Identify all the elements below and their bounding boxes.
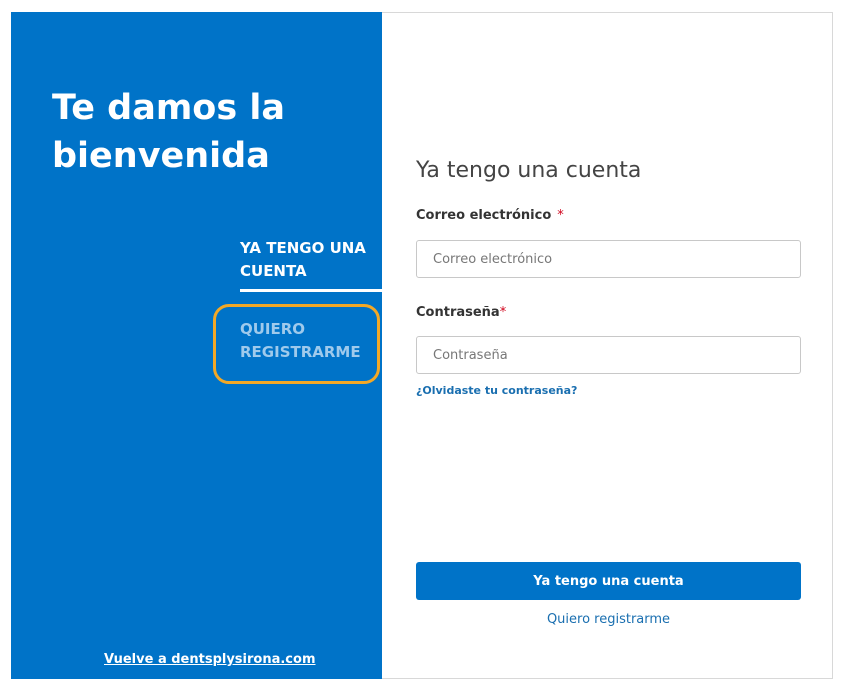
email-required-mark: * — [557, 208, 564, 223]
password-input[interactable] — [416, 336, 801, 374]
welcome-panel: Te damos la bienvenida YA TENGO UNA CUEN… — [11, 12, 382, 679]
password-label-text: Contraseña — [416, 305, 500, 320]
welcome-heading: Te damos la bienvenida — [52, 88, 285, 176]
email-input[interactable] — [416, 240, 801, 278]
password-required-mark: * — [499, 305, 507, 320]
email-label: Correo electrónico * — [416, 208, 564, 223]
form-title: Ya tengo una cuenta — [416, 158, 642, 183]
login-button[interactable]: Ya tengo una cuenta — [416, 562, 801, 600]
forgot-password-link[interactable]: ¿Olvidaste tu contraseña? — [416, 384, 577, 397]
email-label-text: Correo electrónico — [416, 208, 552, 223]
back-to-site-link[interactable]: Vuelve a dentsplysirona.com — [104, 652, 316, 667]
tab-existing-account[interactable]: YA TENGO UNA CUENTA — [240, 237, 382, 292]
password-label: Contraseña* — [416, 305, 506, 320]
tab-register[interactable]: QUIERO REGISTRARME — [240, 318, 382, 364]
register-link[interactable]: Quiero registrarme — [416, 612, 801, 627]
